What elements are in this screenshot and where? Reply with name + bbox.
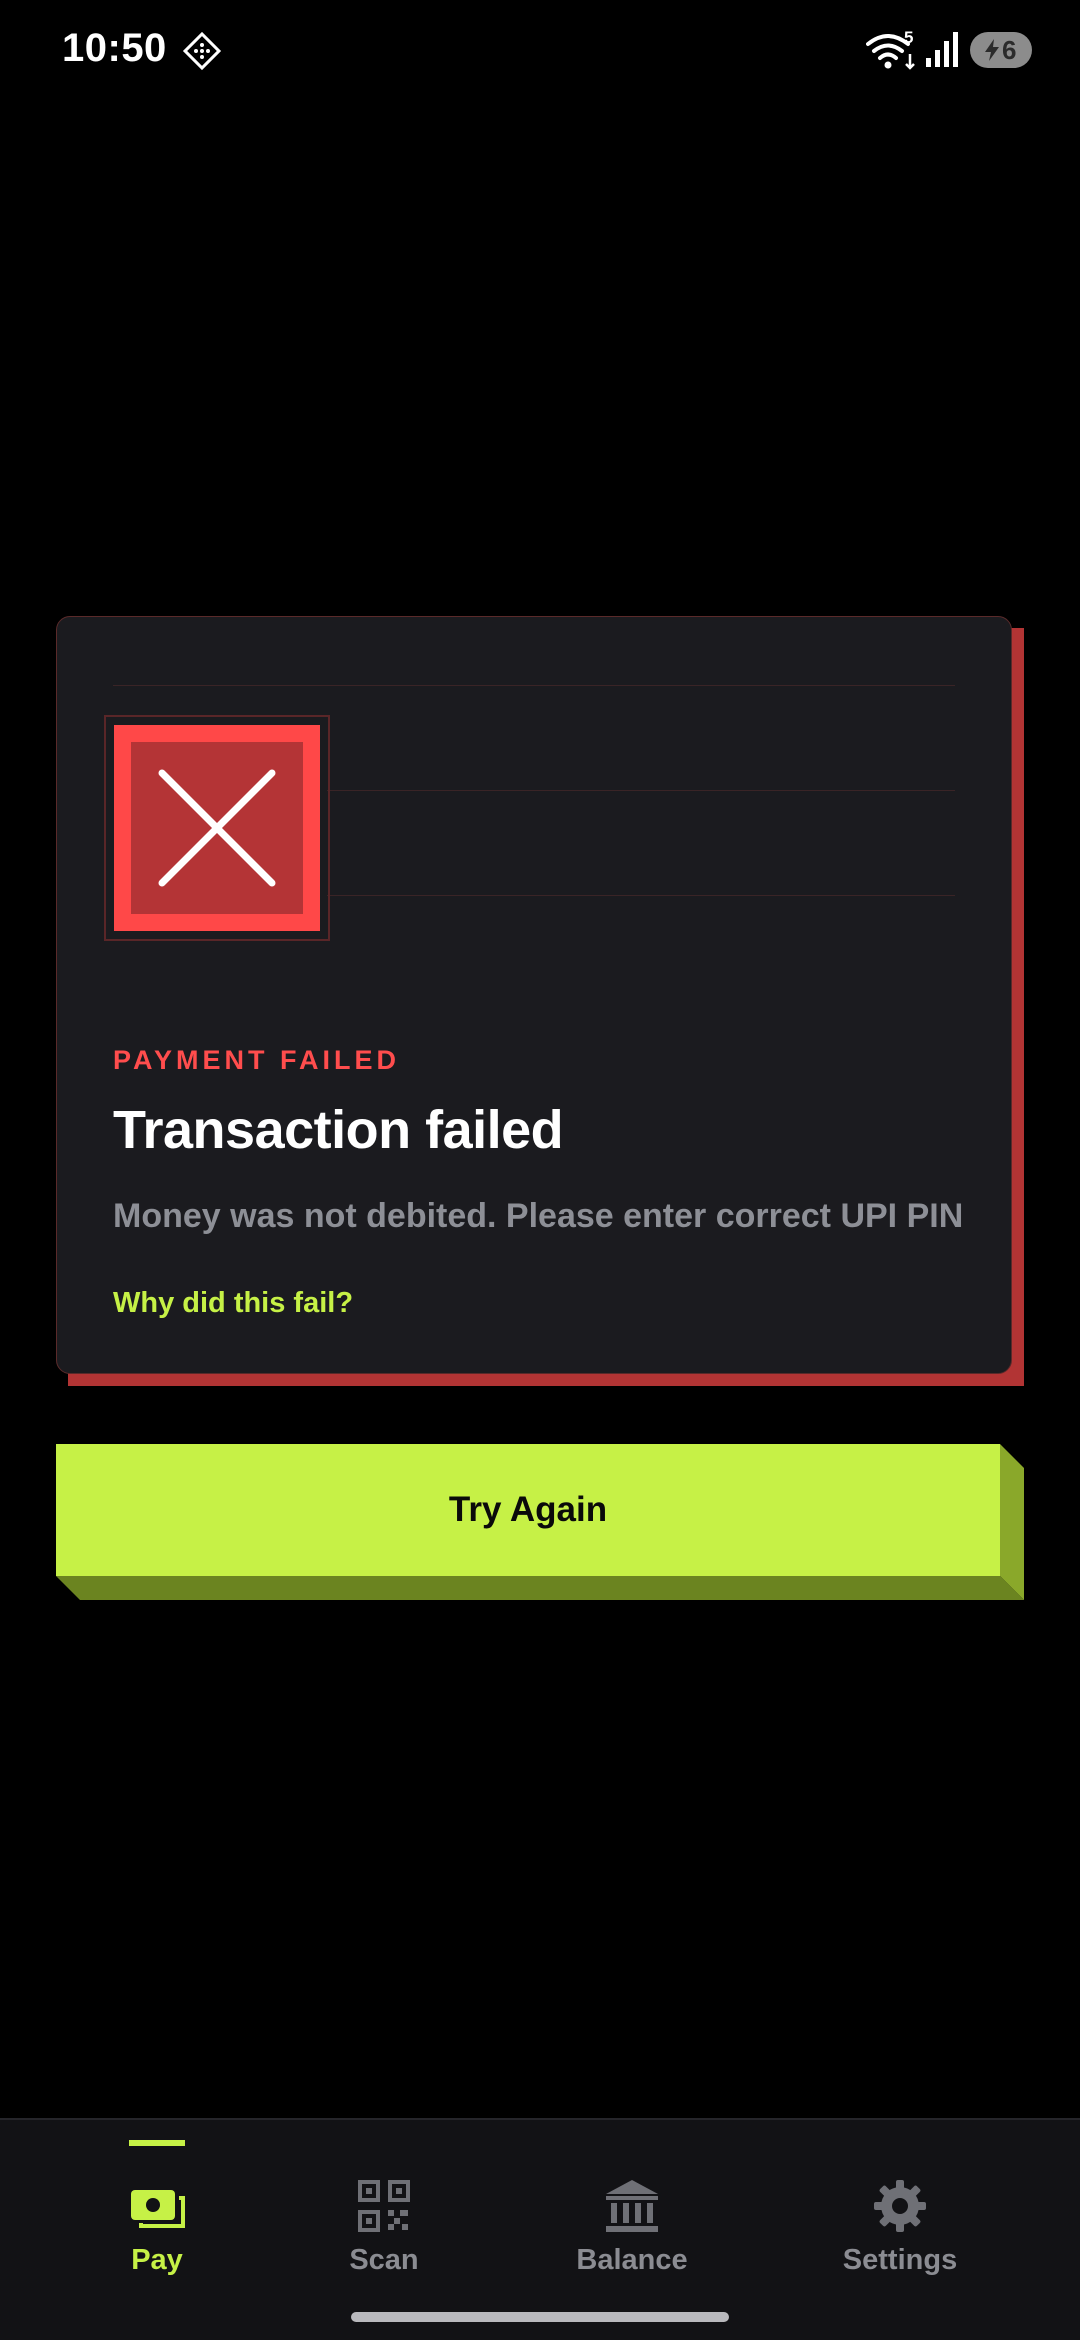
home-indicator[interactable] xyxy=(351,2312,729,2322)
try-again-button[interactable]: Try Again xyxy=(56,1444,1000,1576)
status-eyebrow: PAYMENT FAILED xyxy=(113,1045,401,1075)
nav-label-pay: Pay xyxy=(131,2244,183,2276)
bank-icon xyxy=(606,2180,658,2232)
cell-signal-icon xyxy=(926,32,958,67)
gear-icon xyxy=(874,2180,926,2232)
try-again-button-wrap: Try Again xyxy=(56,1444,1024,1600)
qr-code-icon xyxy=(358,2180,410,2232)
nav-item-pay[interactable]: Pay xyxy=(97,2120,217,2310)
why-failed-link[interactable]: Why did this fail? xyxy=(113,1287,353,1320)
card-title: Transaction failed xyxy=(113,1100,564,1160)
nav-item-scan[interactable]: Scan xyxy=(324,2120,444,2310)
error-x-icon xyxy=(114,725,320,931)
status-bar: 10:50 5 6 xyxy=(0,0,1080,100)
bolt-icon xyxy=(985,39,999,61)
wallet-icon xyxy=(131,2190,185,2228)
nav-active-indicator xyxy=(129,2140,185,2146)
nav-item-settings[interactable]: Settings xyxy=(830,2120,970,2310)
nav-label-balance: Balance xyxy=(576,2244,688,2276)
bottom-nav: Pay Scan Balance Settings xyxy=(0,2118,1080,2340)
x-mark-icon xyxy=(158,769,276,887)
app-notification-icon xyxy=(182,31,222,71)
nav-item-balance[interactable]: Balance xyxy=(562,2120,702,2310)
card-divider xyxy=(113,685,955,686)
nav-label-scan: Scan xyxy=(349,2244,419,2276)
battery-level: 6 xyxy=(1002,35,1017,65)
error-icon-frame xyxy=(104,715,330,941)
wifi-label: 5 xyxy=(904,28,914,47)
battery-charging-icon: 6 xyxy=(970,32,1032,68)
card-divider xyxy=(327,790,955,791)
payment-result-card: PAYMENT FAILED Transaction failed Money … xyxy=(56,616,1012,1374)
card-divider xyxy=(327,895,955,896)
card-message: Money was not debited. Please enter corr… xyxy=(113,1197,964,1235)
status-time: 10:50 xyxy=(62,26,167,70)
nav-label-settings: Settings xyxy=(842,2244,958,2276)
